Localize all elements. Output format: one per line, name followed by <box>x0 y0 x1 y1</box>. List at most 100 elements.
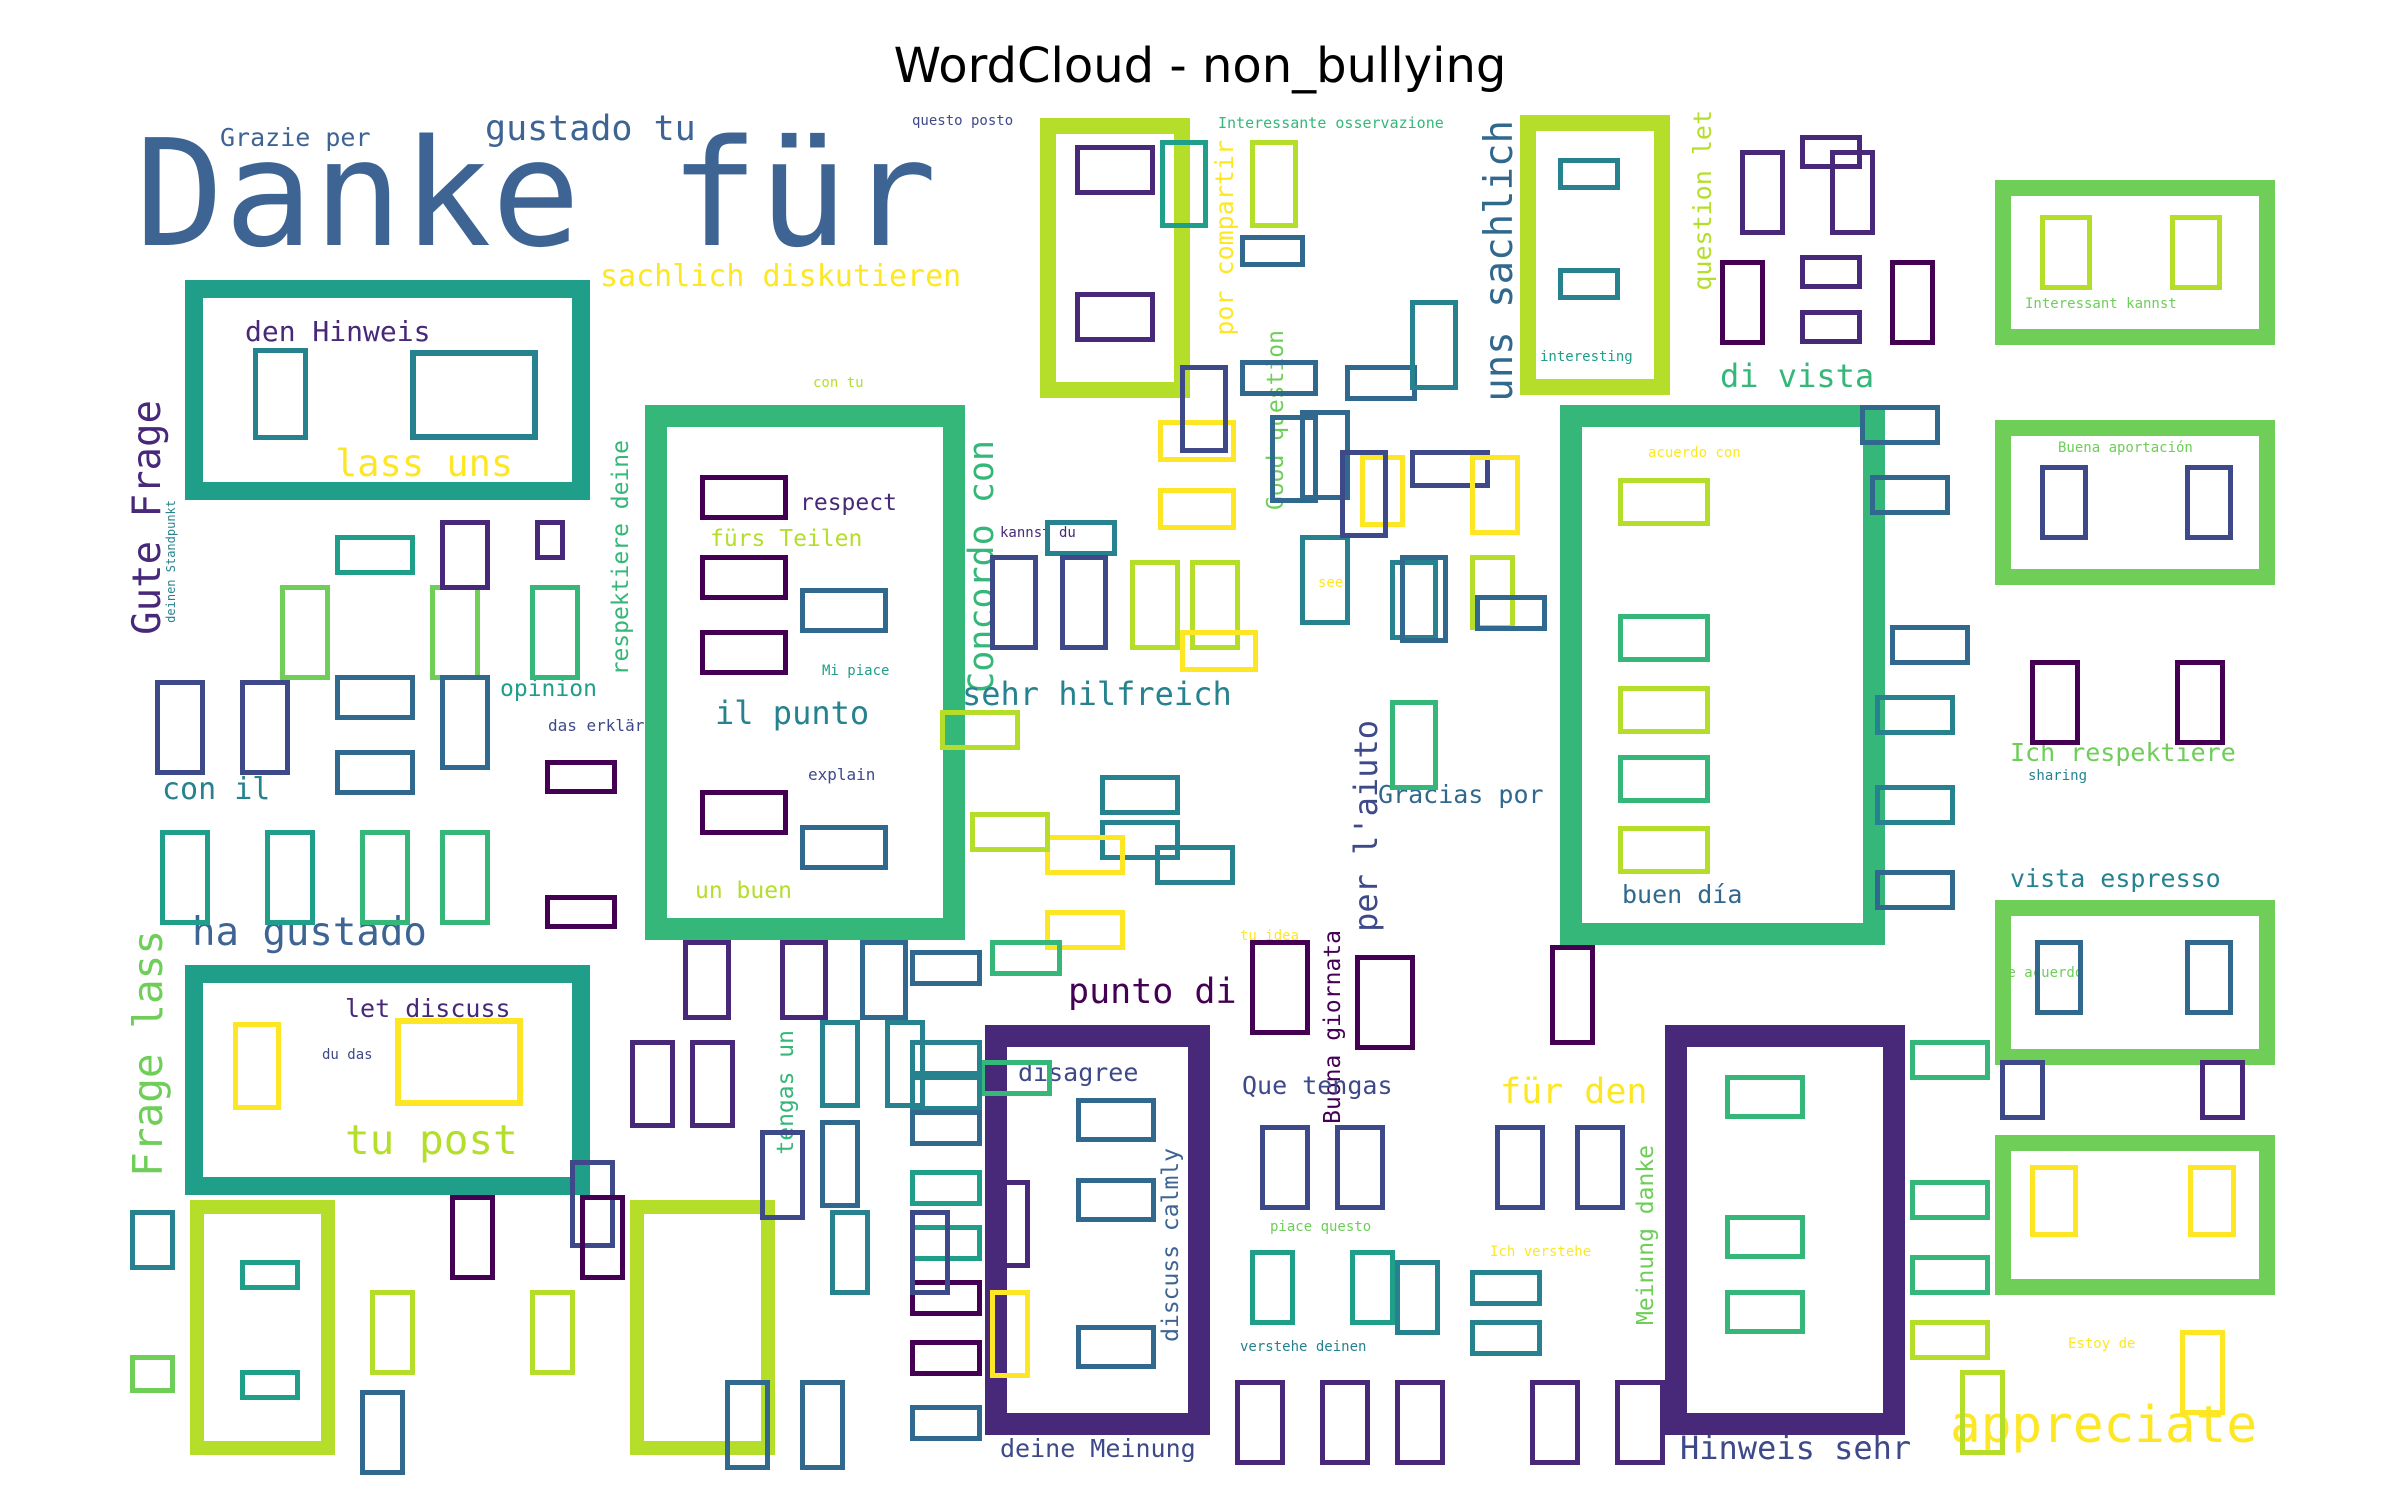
glyph-box <box>1158 488 1236 530</box>
glyph-box <box>1250 140 1298 228</box>
glyph-box <box>1575 1125 1625 1210</box>
glyph-box <box>1410 300 1458 390</box>
glyph-box <box>990 555 1038 650</box>
glyph-box <box>760 1130 805 1220</box>
glyph-box <box>1335 1125 1385 1210</box>
glyph-box <box>940 710 1020 750</box>
glyph-box <box>800 825 888 870</box>
glyph-box <box>700 790 788 835</box>
glyph-box <box>530 585 580 680</box>
glyph-box <box>1075 145 1155 195</box>
glyph-box <box>1550 945 1595 1045</box>
glyph-box <box>440 675 490 770</box>
word-punto-di: punto di <box>1068 972 1237 1012</box>
glyph-box <box>440 830 490 925</box>
glyph-box <box>1530 1380 1580 1465</box>
glyph-box <box>1180 365 1228 453</box>
glyph-box <box>240 680 290 775</box>
glyph-box <box>1060 555 1108 650</box>
glyph-box <box>885 1020 925 1108</box>
glyph-box <box>233 1022 281 1110</box>
glyph-box <box>1235 1380 1285 1465</box>
word-uns-sachlich: uns sachlich <box>1477 120 1522 402</box>
glyph-box <box>1076 1178 1156 1222</box>
glyph-box <box>545 760 617 794</box>
word-estoy-de: Estoy de <box>2068 1336 2136 1352</box>
glyph-box <box>700 555 788 600</box>
glyph-box <box>2188 1165 2236 1237</box>
glyph-box <box>1995 420 2275 585</box>
glyph-box <box>725 1380 770 1470</box>
glyph-box <box>580 1195 625 1280</box>
glyph-box <box>860 940 908 1020</box>
word-por-compartir: por compartir <box>1210 140 1239 336</box>
glyph-box <box>1725 1215 1805 1259</box>
glyph-box <box>1618 686 1710 734</box>
glyph-box <box>1395 1380 1445 1465</box>
word-questo-posto: questo posto <box>912 113 1014 129</box>
glyph-box <box>2030 1165 2078 1237</box>
glyph-box <box>1960 1370 2005 1455</box>
glyph-box <box>1390 700 1438 790</box>
glyph-box <box>2040 465 2088 540</box>
glyph-box <box>2170 215 2222 290</box>
word-frage-lass: Frage lass <box>124 930 172 1177</box>
glyph-box <box>990 1290 1030 1378</box>
glyph-box <box>1875 695 1955 735</box>
glyph-box <box>430 585 480 680</box>
glyph-box <box>280 585 330 680</box>
glyph-box <box>780 940 828 1020</box>
glyph-box <box>1618 478 1710 526</box>
glyph-box <box>240 1260 300 1290</box>
glyph-box <box>1240 360 1318 396</box>
word-meinung-danke: Meinung danke <box>1633 1145 1659 1326</box>
glyph-box <box>1270 415 1318 503</box>
glyph-box <box>910 1110 982 1146</box>
word-hinweis-sehr: Hinweis sehr <box>1680 1429 1912 1467</box>
glyph-box <box>1995 180 2275 345</box>
glyph-box <box>335 675 415 720</box>
word-gustado-tu: gustado tu <box>485 109 696 149</box>
glyph-box <box>190 1200 335 1455</box>
glyph-box <box>910 950 982 986</box>
glyph-box <box>1890 625 1970 665</box>
glyph-box <box>1130 560 1180 650</box>
word-ich-verstehe: Ich verstehe <box>1490 1244 1592 1260</box>
glyph-box <box>910 1405 982 1441</box>
glyph-box <box>700 630 788 675</box>
glyph-box <box>910 1170 982 1206</box>
glyph-box <box>545 895 617 929</box>
glyph-box <box>1475 595 1547 631</box>
glyph-box <box>1160 140 1208 228</box>
glyph-box <box>1740 150 1785 235</box>
word-deinen-standpunkt: deinen Standpunkt <box>164 500 178 623</box>
glyph-box <box>535 520 565 560</box>
glyph-box <box>1558 268 1620 300</box>
glyph-box <box>1800 255 1862 289</box>
word-opinion: opinion <box>500 676 597 702</box>
glyph-box <box>1076 1098 1156 1142</box>
glyph-box <box>630 1040 675 1128</box>
glyph-box <box>1350 1250 1395 1325</box>
glyph-box <box>800 1380 845 1470</box>
glyph-box <box>1910 1320 1990 1360</box>
glyph-box <box>240 1370 300 1400</box>
word-deine-meinung: deine Meinung <box>1000 1434 1196 1463</box>
glyph-box <box>1800 135 1862 169</box>
glyph-box <box>395 1018 523 1106</box>
word-respektiere-deine: respektiere deine <box>608 440 634 676</box>
word-que-tengas: Que tengas <box>1242 1071 1393 1100</box>
glyph-box <box>820 1020 860 1108</box>
glyph-box <box>1875 785 1955 825</box>
glyph-box <box>1400 555 1448 643</box>
word-con-il: con il <box>162 772 271 807</box>
glyph-box <box>1180 630 1258 672</box>
glyph-box <box>1800 310 1862 344</box>
glyph-box <box>130 1210 175 1270</box>
glyph-box <box>1615 1380 1665 1465</box>
glyph-box <box>1870 475 1950 515</box>
glyph-box <box>1155 845 1235 885</box>
glyph-box <box>910 1340 982 1376</box>
glyph-box <box>265 830 315 925</box>
word-cloud: Danke für gustado tu Grazie per sachlich di… <box>0 0 2400 1500</box>
